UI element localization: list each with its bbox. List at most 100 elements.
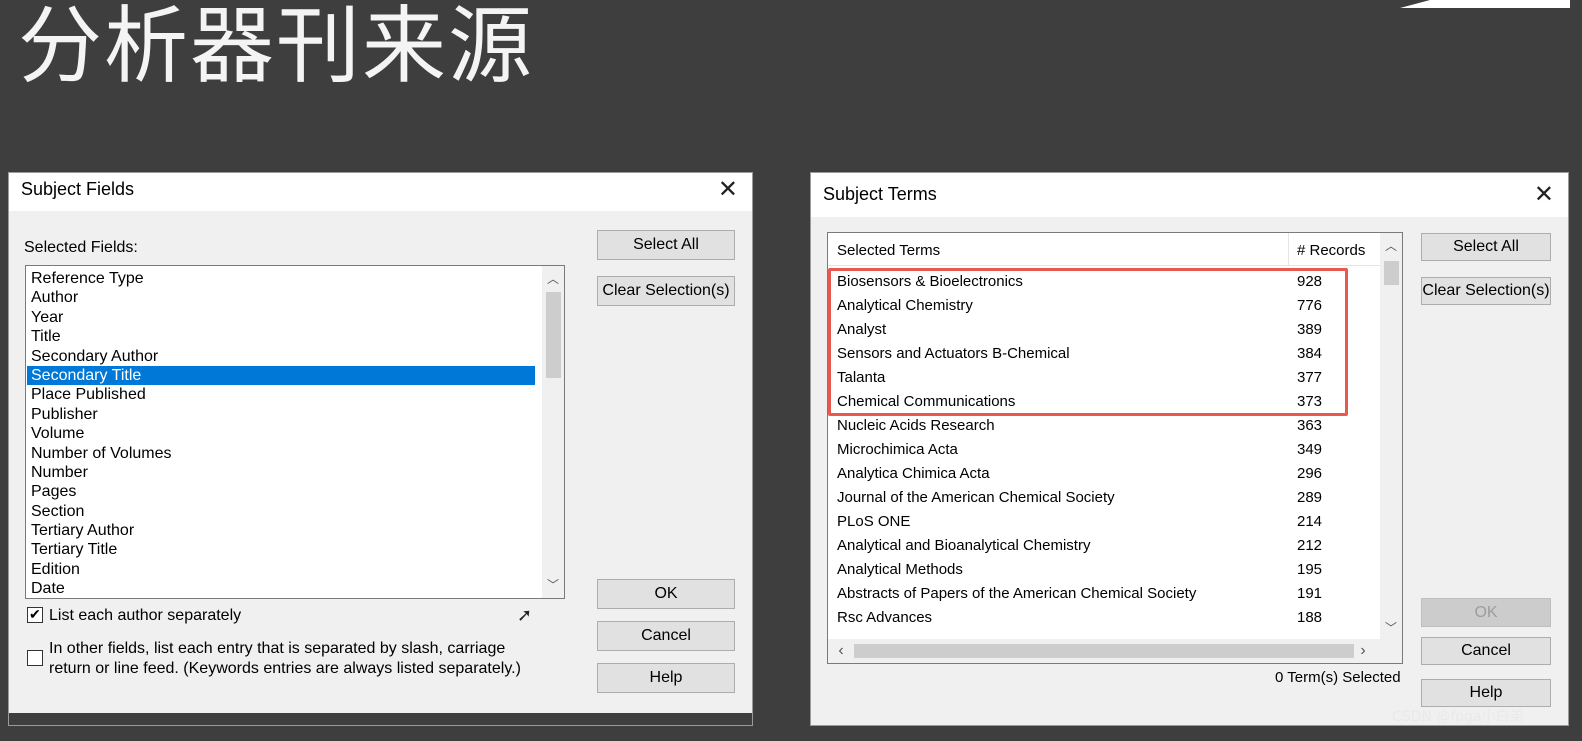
help-button[interactable]: Help [597,663,735,693]
field-list-item[interactable]: Pages [27,482,535,501]
term-name: Microchimica Acta [837,441,958,458]
other-fields-checkbox[interactable] [27,650,43,666]
scroll-down-icon[interactable]: ﹀ [542,576,564,594]
term-record-count: 389 [1297,321,1323,338]
list-authors-checkbox[interactable]: ✔ [27,606,43,623]
column-header-terms[interactable]: Selected Terms [837,242,940,259]
field-list-item[interactable]: Reference Type [27,269,535,288]
field-list-item[interactable]: Number of Volumes [27,444,535,463]
column-header-records[interactable]: # Records [1297,242,1365,259]
term-row[interactable]: Journal of the American Chemical Society… [828,486,1380,510]
term-row[interactable]: Nucleic Acids Research 363 [828,414,1380,438]
term-row[interactable]: Analytical Methods 195 [828,558,1380,582]
field-list-item[interactable]: Secondary Author [27,347,535,366]
term-name: Analytica Chimica Acta [837,465,990,482]
terms-selected-status: 0 Term(s) Selected [1275,669,1401,686]
field-list-item[interactable]: Section [27,502,535,521]
field-list-item[interactable]: Number [27,463,535,482]
clear-selection-button[interactable]: Clear Selection(s) [1421,277,1551,305]
term-name: Nucleic Acids Research [837,417,995,434]
term-name: Analytical Methods [837,561,963,578]
term-record-count: 384 [1297,345,1323,362]
term-row[interactable]: Analytical Chemistry 776 [828,294,1380,318]
subject-terms-listview[interactable]: Selected Terms # Records Biosensors & Bi… [827,232,1403,664]
term-name: Analytical Chemistry [837,297,973,314]
subject-fields-dialog: Subject Fields ✕ Selected Fields: Refere… [8,172,753,726]
field-list-item[interactable]: Date [27,579,535,598]
fields-vertical-scrollbar[interactable]: ︿ ﹀ [542,266,564,598]
term-name: PLoS ONE [837,513,911,530]
scroll-up-icon[interactable]: ︿ [542,270,564,288]
clear-selection-button[interactable]: Clear Selection(s) [597,276,735,306]
term-row[interactable]: Microchimica Acta 349 [828,438,1380,462]
term-record-count: 377 [1297,369,1323,386]
subject-fields-titlebar: Subject Fields ✕ [9,173,752,211]
scroll-up-icon[interactable]: ︿ [1380,237,1402,255]
list-authors-label: List each author separately [49,607,242,624]
term-name: Analytical and Bioanalytical Chemistry [837,537,1091,554]
term-row[interactable]: Rsc Advances 188 [828,606,1380,630]
term-record-count: 349 [1297,441,1323,458]
select-all-button[interactable]: Select All [1421,233,1551,261]
fields-list: Reference Type Author Year Title Secondary A… [27,269,535,598]
help-button[interactable]: Help [1421,679,1551,707]
term-record-count: 289 [1297,489,1323,506]
term-name: Journal of the American Chemical Society [837,489,1115,506]
term-name: Sensors and Actuators B-Chemical [837,345,1070,362]
selected-fields-label: Selected Fields: [24,239,138,256]
field-list-item[interactable]: Tertiary Title [27,540,535,559]
scroll-left-icon[interactable]: ‹ [832,642,850,660]
term-row[interactable]: Analytical and Bioanalytical Chemistry 21… [828,534,1380,558]
term-record-count: 188 [1297,609,1323,626]
scrollbar-corner [1380,639,1402,663]
scroll-thumb[interactable] [546,292,561,378]
term-row[interactable]: Analytica Chimica Acta 296 [828,462,1380,486]
term-row[interactable]: Abstracts of Papers of the American Chem… [828,582,1380,606]
field-list-item[interactable]: Year [27,308,535,327]
selected-fields-listbox[interactable]: Reference Type Author Year Title Secondary A… [25,265,565,599]
terms-column-header: Selected Terms # Records [828,233,1380,266]
field-list-item[interactable]: Author [27,288,535,307]
field-list-item[interactable]: Publisher [27,405,535,424]
field-list-item[interactable]: Volume [27,424,535,443]
terms-horizontal-scrollbar[interactable]: ‹ › [828,639,1380,663]
term-row[interactable]: PLoS ONE 214 [828,510,1380,534]
field-list-item[interactable]: Tertiary Author [27,521,535,540]
slide-title: 分析器刊来源 [18,0,535,95]
term-record-count: 373 [1297,393,1323,410]
term-row[interactable]: Talanta 377 [828,366,1380,390]
terms-vertical-scrollbar[interactable]: ︿ ﹀ [1380,233,1402,639]
term-name: Talanta [837,369,886,386]
scroll-right-icon[interactable]: › [1354,642,1372,660]
term-row[interactable]: Biosensors & Bioelectronics 928 [828,270,1380,294]
cancel-button[interactable]: Cancel [1421,637,1551,665]
ok-button[interactable]: OK [1421,598,1551,627]
subject-terms-titlebar: Subject Terms ✕ [811,173,1568,217]
scroll-thumb[interactable] [1384,261,1399,285]
term-name: Analyst [837,321,887,338]
term-row[interactable]: Analyst 389 [828,318,1380,342]
cancel-button[interactable]: Cancel [597,621,735,651]
subject-fields-title: Subject Fields [21,179,135,199]
horizontal-scroll-thumb[interactable] [854,644,1354,658]
terms-rows: Biosensors & Bioelectronics 928 Analytical… [828,270,1380,630]
close-icon[interactable]: ✕ [1534,180,1554,210]
field-list-item[interactable]: Title [27,327,535,346]
term-name: Abstracts of Papers of the American Chem… [837,585,1197,602]
field-list-item[interactable]: Edition [27,560,535,579]
other-fields-label-line2: return or line feed. (Keywords entries a… [49,660,521,677]
close-icon[interactable]: ✕ [718,175,738,205]
field-list-item[interactable]: Secondary Title [27,365,535,386]
scroll-down-icon[interactable]: ﹀ [1380,619,1402,637]
ok-button[interactable]: OK [597,579,735,609]
term-name: Chemical Communications [837,393,1016,410]
term-row[interactable]: Chemical Communications 373 [828,390,1380,414]
select-all-button[interactable]: Select All [597,230,735,260]
field-list-item[interactable]: Place Published [27,385,535,404]
term-record-count: 296 [1297,465,1323,482]
other-fields-label-line1: In other fields, list each entry that is… [49,640,506,657]
checkmark-icon: ✔ [29,606,41,622]
subject-terms-title: Subject Terms [823,184,937,204]
term-row[interactable]: Sensors and Actuators B-Chemical 384 [828,342,1380,366]
subject-terms-dialog: Subject Terms ✕ Selected Terms # Records… [810,172,1569,726]
